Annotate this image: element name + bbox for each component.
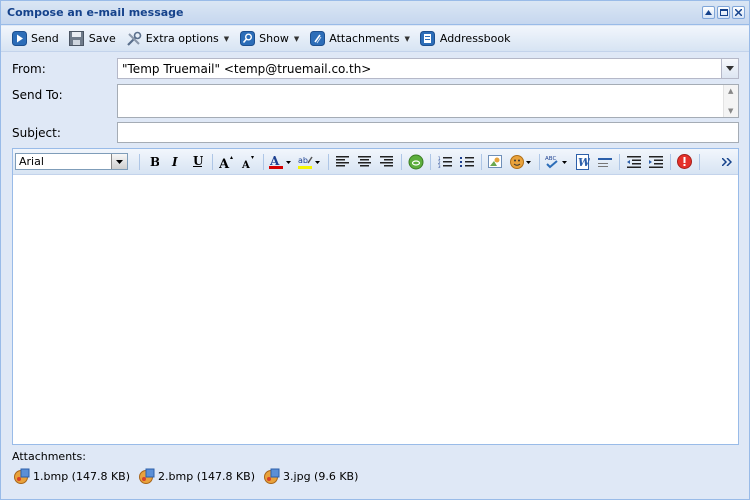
attachment-item[interactable]: 2.bmp (147.8 KB) (138, 467, 255, 485)
bold-icon[interactable]: B (143, 152, 164, 172)
dropdown-arrow-icon: ▼ (404, 34, 410, 43)
send-button[interactable]: Send (7, 29, 63, 49)
toolbar-separator (139, 153, 140, 170)
attachments-label: Attachments: (12, 450, 86, 463)
svg-text:3: 3 (438, 164, 441, 168)
html-editor: Arial B I U A A A ab 1 2 3 ABC W (12, 148, 739, 445)
image-file-icon (139, 468, 155, 484)
magnifier-icon (239, 31, 255, 47)
underline-icon[interactable]: U (187, 152, 208, 172)
insert-image-icon[interactable] (485, 152, 506, 172)
addressbook-button[interactable]: Addressbook (416, 29, 515, 49)
save-button[interactable]: Save (65, 29, 120, 49)
attachment-name: 2.bmp (147.8 KB) (158, 469, 256, 483)
maximize-icon[interactable] (717, 6, 730, 19)
toolbar-separator (401, 153, 402, 170)
svg-text:I: I (171, 156, 178, 167)
image-file-icon (14, 468, 30, 484)
extra-options-button[interactable]: Extra options ▼ (122, 29, 233, 49)
font-color-icon[interactable]: A (267, 152, 295, 172)
align-right-icon[interactable] (376, 152, 397, 172)
toolbar-separator (212, 153, 213, 170)
attachment-item[interactable]: 3.jpg (9.6 KB) (263, 467, 358, 485)
italic-icon[interactable]: I (165, 152, 186, 172)
send-to-field[interactable]: ▲ ▼ (117, 84, 739, 118)
floppy-disk-icon (69, 31, 85, 47)
svg-text:B: B (150, 156, 159, 167)
send-to-label: Send To: (12, 88, 63, 102)
close-icon[interactable] (732, 6, 745, 19)
word-paste-icon[interactable]: W (572, 152, 593, 172)
toolbar-separator (619, 153, 620, 170)
attachment-name: 1.bmp (147.8 KB) (33, 469, 131, 483)
shrink-font-icon[interactable]: A (238, 152, 259, 172)
highlight-color-icon[interactable]: ab (296, 152, 324, 172)
image-file-icon (264, 468, 280, 484)
message-body-editor[interactable] (13, 176, 738, 444)
attachment-list: 1.bmp (147.8 KB) 2.bmp (147.8 KB) 3.jpg … (13, 467, 366, 485)
svg-text:A: A (219, 157, 230, 169)
svg-text:ABC: ABC (545, 156, 556, 162)
attachment-name: 3.jpg (9.6 KB) (283, 469, 359, 483)
chevron-down-icon[interactable] (721, 59, 738, 78)
align-center-icon[interactable] (354, 152, 375, 172)
toolbar-separator (328, 153, 329, 170)
scroll-up-icon[interactable]: ▲ (728, 87, 733, 95)
insert-emoticon-icon[interactable] (507, 152, 535, 172)
align-left-icon[interactable] (332, 152, 353, 172)
scroll-down-icon[interactable]: ▼ (728, 107, 733, 115)
error-icon[interactable] (674, 152, 695, 172)
addressbook-icon (420, 31, 436, 47)
font-family-select[interactable]: Arial (15, 153, 128, 170)
horizontal-rule-icon[interactable] (594, 152, 615, 172)
svg-text:A: A (269, 154, 280, 168)
tools-icon (126, 31, 142, 47)
indent-icon[interactable] (645, 152, 666, 172)
subject-label: Subject: (12, 126, 61, 140)
dropdown-arrow-icon: ▼ (293, 34, 300, 43)
from-label: From: (12, 62, 46, 76)
from-value: "Temp Truemail" <temp@truemail.co.th> (122, 62, 372, 76)
insert-link-icon[interactable] (405, 152, 426, 172)
toolbar-separator (263, 153, 264, 170)
window-titlebar[interactable]: Compose an e-mail message (1, 1, 749, 25)
from-combobox[interactable]: "Temp Truemail" <temp@truemail.co.th> (117, 58, 739, 79)
compose-toolbar: Send Save Extra options ▼ Show ▼ Attachm… (1, 26, 749, 52)
window-title: Compose an e-mail message (7, 6, 184, 19)
toolbar-separator (430, 153, 431, 170)
attachments-button[interactable]: Attachments ▼ (305, 29, 414, 49)
toolbar-separator (670, 153, 671, 170)
show-button[interactable]: Show ▼ (235, 29, 303, 49)
paperclip-icon (309, 31, 325, 47)
subject-input[interactable] (117, 122, 739, 143)
grow-font-icon[interactable]: A (216, 152, 237, 172)
svg-text:ab: ab (298, 156, 308, 165)
compose-window: Compose an e-mail message Send Save Extr… (0, 0, 750, 500)
svg-text:A: A (241, 160, 250, 169)
toolbar-separator (539, 153, 540, 170)
dropdown-arrow-icon: ▼ (223, 34, 230, 43)
outdent-icon[interactable] (623, 152, 644, 172)
unordered-list-icon[interactable] (456, 152, 477, 172)
editor-toolbar: Arial B I U A A A ab 1 2 3 ABC W (13, 149, 738, 175)
ordered-list-icon[interactable]: 123 (434, 152, 455, 172)
toolbar-separator (699, 153, 700, 170)
collapse-icon[interactable] (702, 6, 715, 19)
more-tools-icon[interactable] (716, 152, 737, 172)
spellcheck-icon[interactable]: ABC (543, 152, 571, 172)
window-tool-buttons (702, 6, 745, 19)
attachment-item[interactable]: 1.bmp (147.8 KB) (13, 467, 130, 485)
chevron-down-icon[interactable] (111, 154, 127, 169)
send-to-scrollbar[interactable]: ▲ ▼ (723, 85, 738, 117)
font-family-value: Arial (19, 155, 44, 168)
svg-text:W: W (578, 156, 590, 169)
send-icon (11, 31, 27, 47)
toolbar-separator (481, 153, 482, 170)
